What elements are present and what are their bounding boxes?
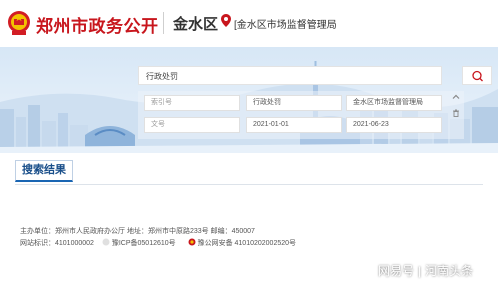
results-tab-bar: 搜索结果 <box>15 160 483 185</box>
department-selector[interactable]: [金水区市场监督管理局 <box>234 16 337 31</box>
footer-id-line: 网站标识：4101000002 豫ICP备05012610号 豫公网安备 410… <box>20 238 296 248</box>
category-select[interactable]: 行政处罚 <box>246 95 342 111</box>
index-number-field[interactable]: 索引号 <box>144 95 240 111</box>
header-divider <box>163 12 164 34</box>
icp-shield-icon <box>102 238 110 246</box>
search-query-text: 行政处罚 <box>146 72 178 81</box>
publisher-select[interactable]: 金水区市场监督管理局 <box>346 95 442 111</box>
footer-icp[interactable]: 豫ICP备05012610号 <box>112 240 176 247</box>
footer-sponsor-line: 主办单位：郑州市人民政府办公厅 地址：郑州市中原路233号 邮编：450007 <box>20 228 255 235</box>
district-name[interactable]: 金水区 <box>173 13 218 34</box>
site-header: 郑州市政务公开 金水区 [金水区市场监督管理局 <box>0 0 498 47</box>
search-icon <box>472 70 483 82</box>
national-emblem-icon <box>8 11 30 35</box>
footer-police-record[interactable]: 豫公网安备 41010202002520号 <box>198 240 296 247</box>
police-badge-icon <box>188 238 196 246</box>
watermark-left: 网易号 <box>378 264 415 278</box>
collapse-up-icon[interactable] <box>451 92 461 102</box>
location-pin-icon[interactable] <box>221 14 231 27</box>
document-number-field[interactable]: 文号 <box>144 117 240 133</box>
source-watermark: 网易号 | 河南头条 <box>378 264 474 278</box>
site-title[interactable]: 郑州市政务公开 <box>36 12 159 37</box>
watermark-right: 河南头条 <box>425 264 474 278</box>
date-to-field[interactable]: 2021-06-23 <box>346 117 442 133</box>
trash-icon[interactable] <box>451 108 461 118</box>
footer-site-id: 网站标识：4101000002 <box>20 240 94 247</box>
date-from-field[interactable]: 2021-01-01 <box>246 117 342 133</box>
search-input[interactable]: 行政处罚 <box>138 66 442 85</box>
tab-search-results[interactable]: 搜索结果 <box>15 160 73 182</box>
search-button[interactable] <box>462 66 492 85</box>
